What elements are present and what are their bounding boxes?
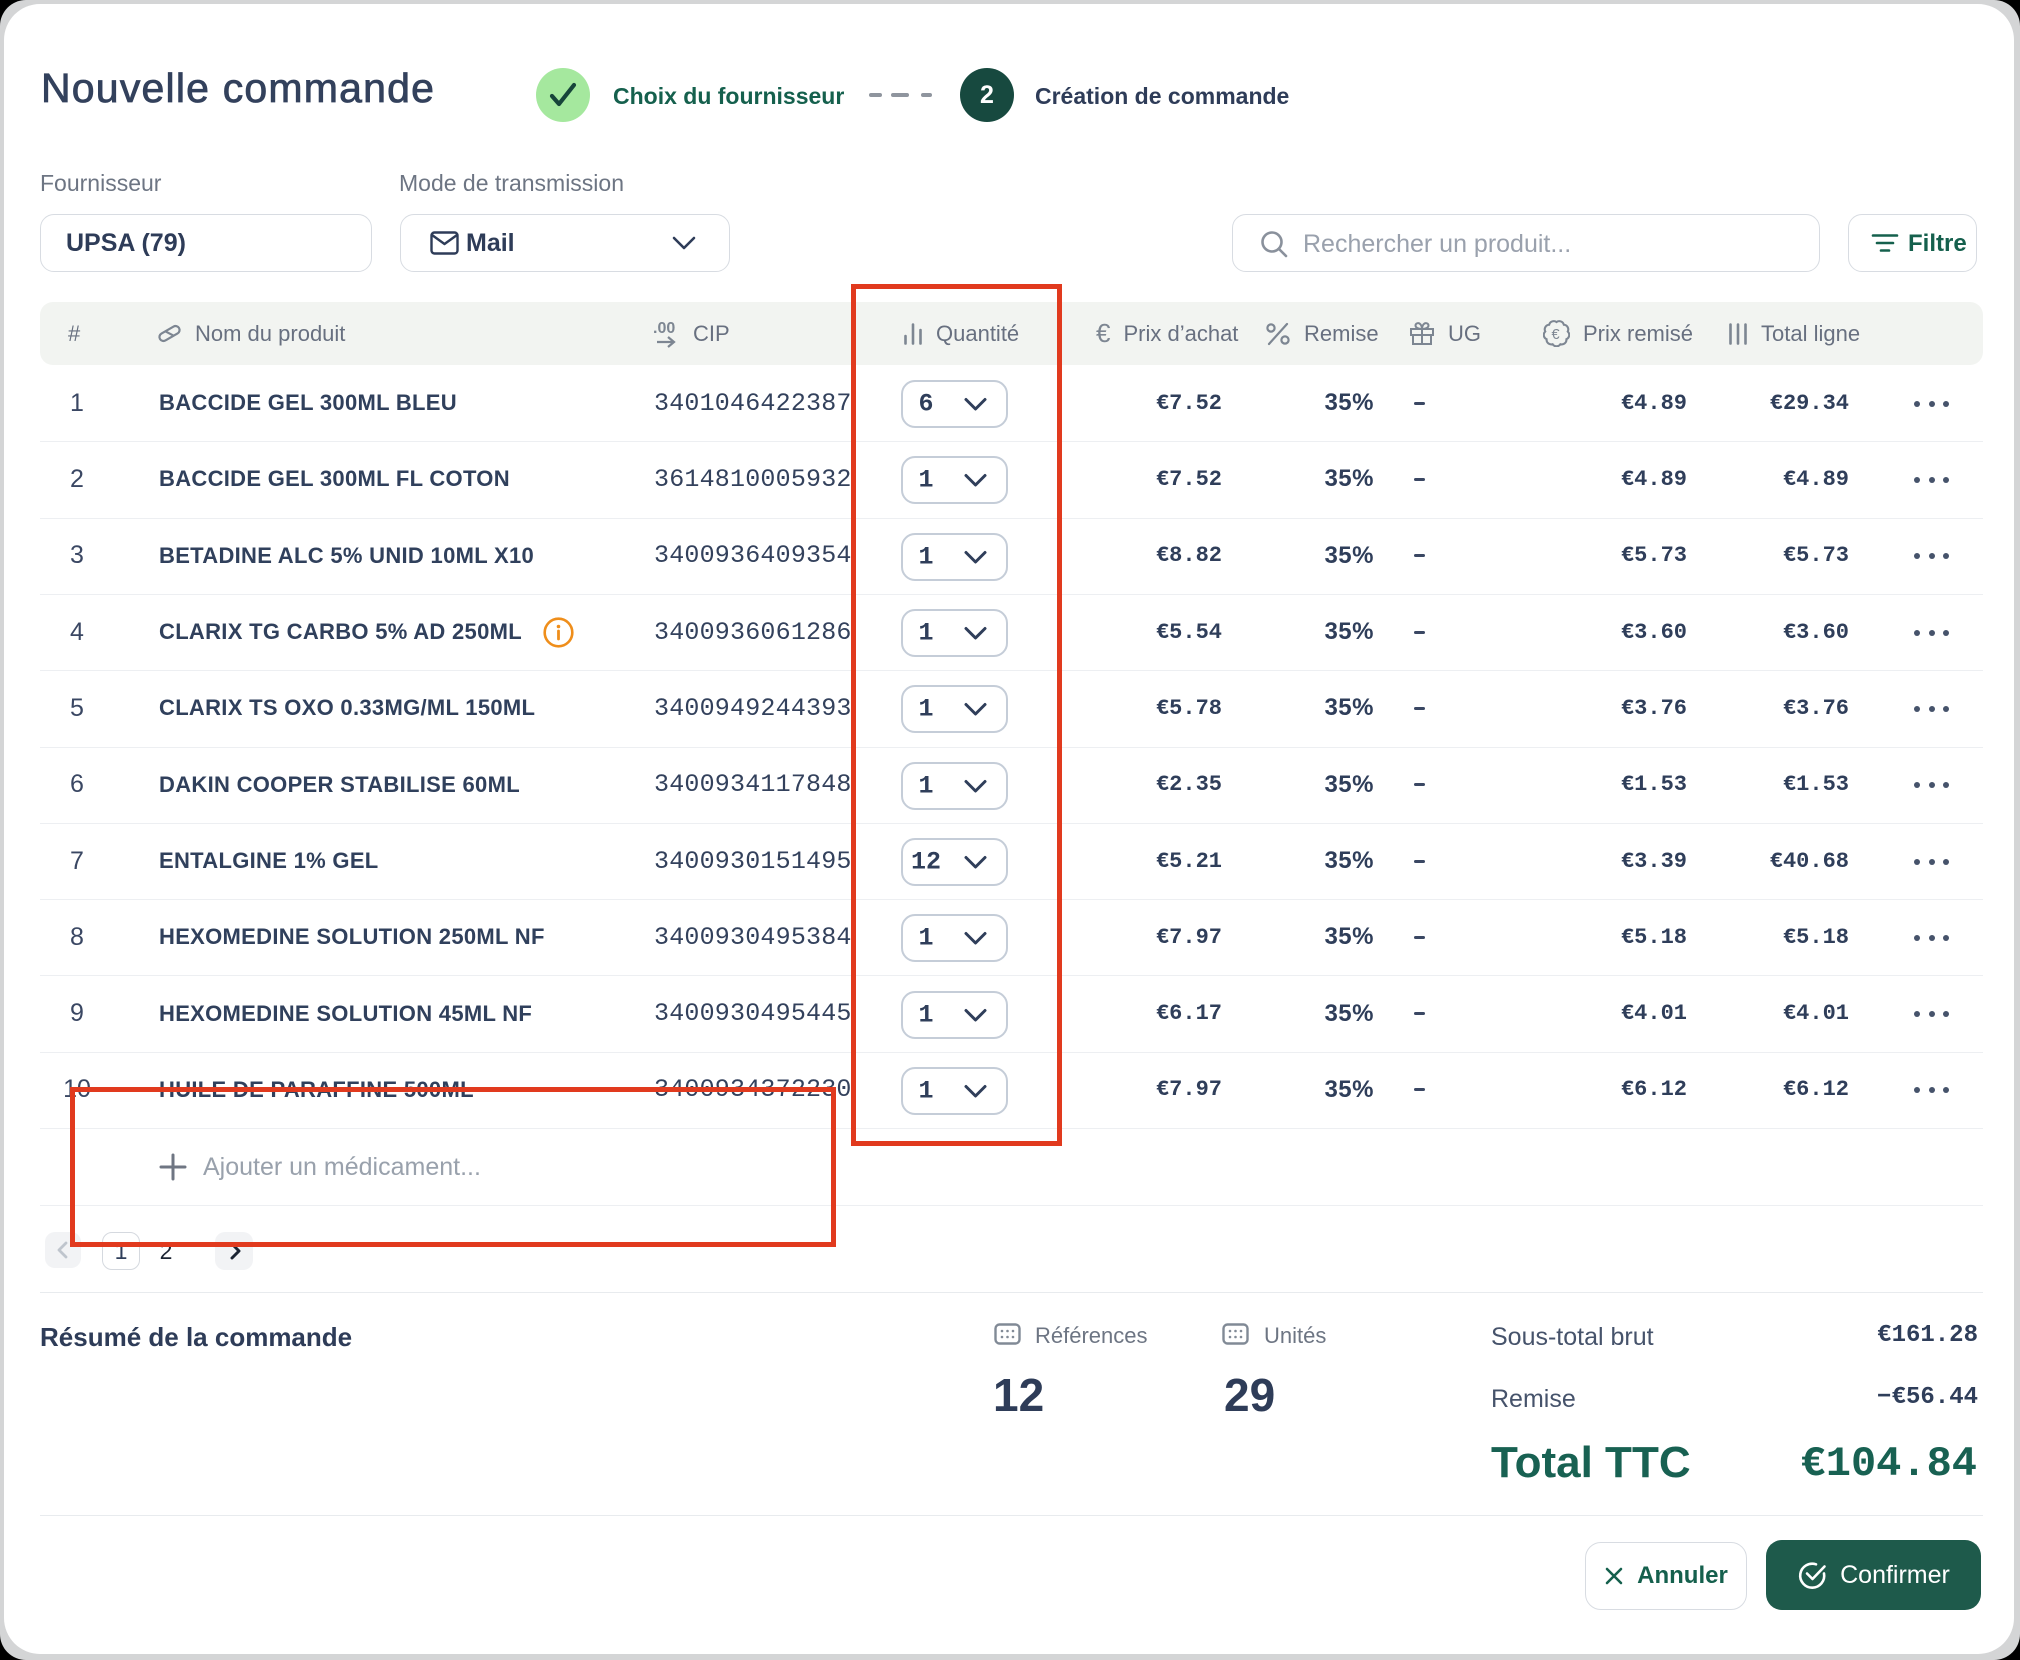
svg-text:€: € [1552,327,1560,343]
svg-text:.00: .00 [653,320,675,337]
